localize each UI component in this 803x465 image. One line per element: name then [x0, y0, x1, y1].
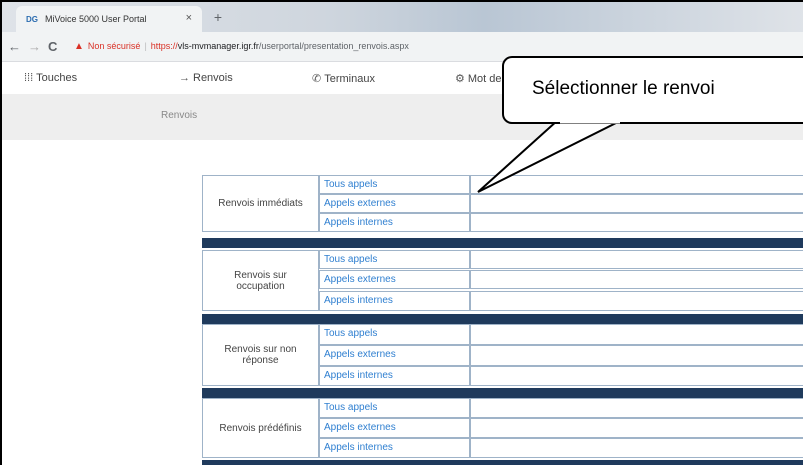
- screenshot-frame: DG MiVoice 5000 User Portal × + ← → C ▲ N…: [0, 0, 803, 465]
- callout-tail-cover: [560, 120, 620, 124]
